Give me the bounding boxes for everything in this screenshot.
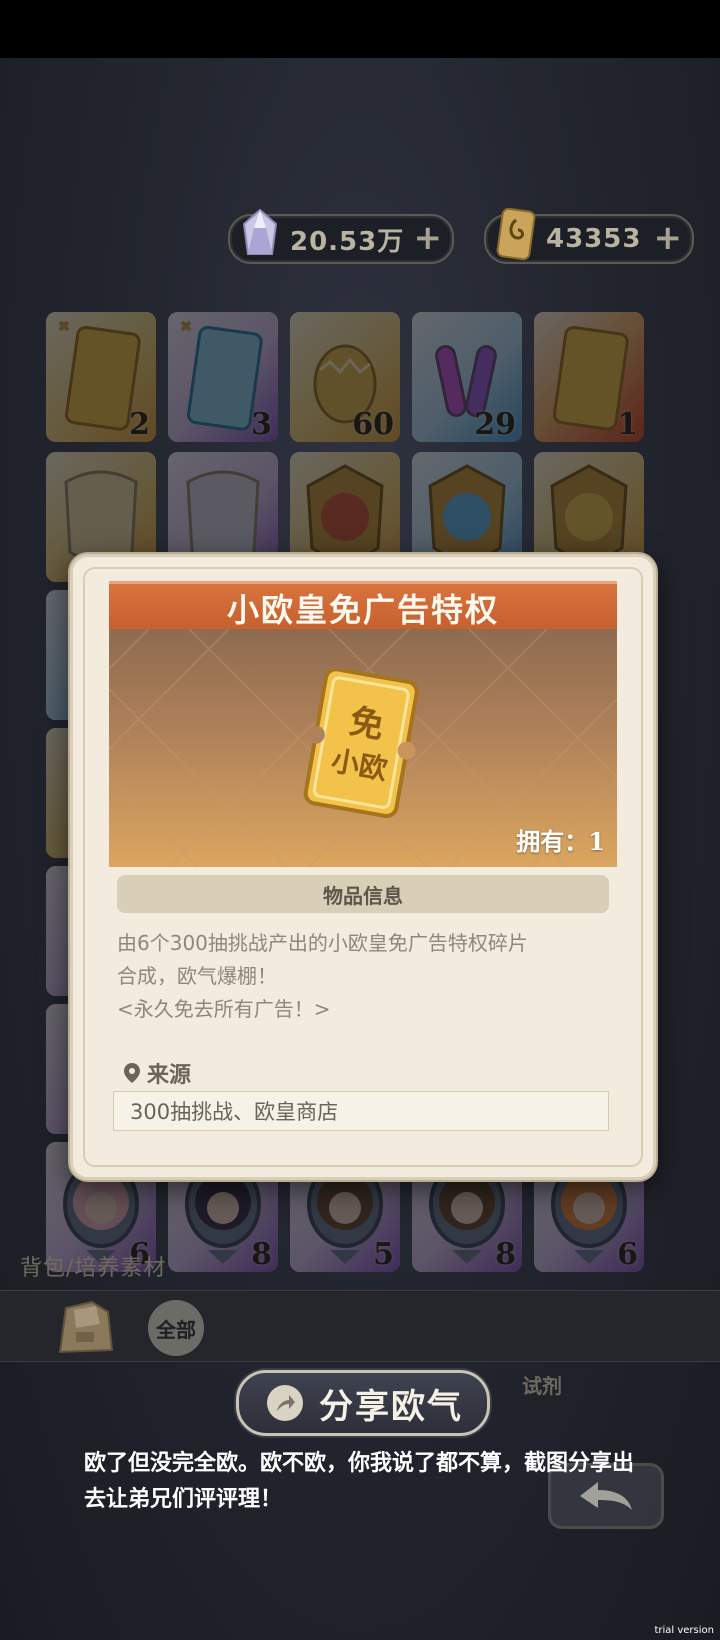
description-line: 合成，欧气爆棚！	[117, 964, 277, 988]
dim-overlay	[412, 312, 522, 442]
source-value: 300抽挑战、欧皇商店	[113, 1091, 609, 1131]
location-pin-icon	[124, 1063, 140, 1083]
gold-token-currency[interactable]: 43353 +	[484, 208, 694, 264]
share-label: 分享欧气	[319, 1386, 463, 1427]
description-line: 由6个300抽挑战产出的小欧皇免广告特权碎片	[117, 931, 528, 955]
dim-overlay	[46, 312, 156, 442]
source-label: 来源	[147, 1063, 192, 1088]
ticket-glyph-top: 免	[346, 702, 386, 747]
tab-all[interactable]: 全部	[148, 1300, 204, 1356]
share-arrow-icon	[267, 1385, 303, 1421]
backpack-icon[interactable]	[52, 1298, 118, 1356]
dim-overlay	[534, 312, 644, 442]
tab-potion[interactable]: 试剂	[522, 1370, 562, 1399]
item-detail-dialog: 小欧皇免广告特权 免 小欧 拥有：1 物品信息 由6个300抽挑战产出的小欧皇免…	[70, 554, 656, 1180]
crystal-currency[interactable]: 20.53万 +	[228, 208, 454, 264]
item-banner: 免 小欧 拥有：1	[109, 629, 617, 867]
item-description: 由6个300抽挑战产出的小欧皇免广告特权碎片 合成，欧气爆棚！ <永久免去所有广…	[117, 927, 617, 1026]
add-gold-token-button[interactable]: +	[654, 220, 683, 256]
owned-count: 拥有：1	[516, 827, 605, 856]
item-card[interactable]: 3	[168, 312, 278, 442]
crystal-icon	[242, 208, 278, 255]
item-info-header: 物品信息	[117, 875, 609, 913]
dialog-title: 小欧皇免广告特权	[226, 591, 499, 629]
item-card[interactable]: 2	[46, 312, 156, 442]
item-card[interactable]: 29	[412, 312, 522, 442]
crystal-amount: 20.53万	[290, 226, 405, 257]
dim-overlay	[290, 312, 400, 442]
watermark: trial version	[654, 1625, 714, 1636]
ad-free-ticket-gold-icon: 免 小欧	[303, 669, 419, 819]
dialog-header: 小欧皇免广告特权	[109, 581, 617, 634]
description-line: <永久免去所有广告！>	[117, 997, 331, 1021]
share-caption: 欧了但没完全欧。欧不欧，你我说了都不算，截图分享出去让弟兄们评评理！	[84, 1451, 635, 1512]
add-crystal-button[interactable]: +	[414, 220, 443, 256]
gold-token-amount: 43353	[546, 224, 642, 254]
dim-overlay	[168, 312, 278, 442]
category-label: 背包/培养素材	[20, 1256, 167, 1281]
status-bar-area	[0, 0, 720, 58]
source-heading: 来源	[123, 1057, 191, 1089]
item-card[interactable]: 60	[290, 312, 400, 442]
item-card[interactable]: 1	[534, 312, 644, 442]
gold-token-icon	[496, 208, 536, 261]
share-luck-button[interactable]: 分享欧气	[236, 1370, 490, 1436]
